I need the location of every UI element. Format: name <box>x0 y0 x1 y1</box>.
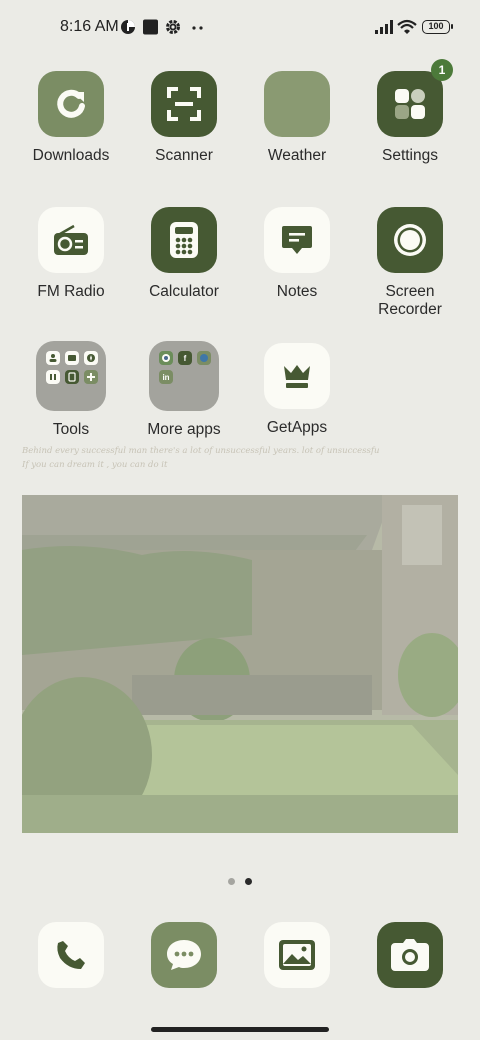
folder-app-contacts-icon <box>46 351 60 365</box>
gesture-nav-bar[interactable] <box>151 1027 329 1032</box>
folder-app-compass-icon <box>84 351 98 365</box>
signal-icon <box>375 20 393 34</box>
folder-icon <box>36 341 106 411</box>
app-label: Weather <box>267 147 327 164</box>
weather-icon <box>264 71 330 137</box>
data-saver-icon <box>121 20 135 34</box>
gallery-icon <box>279 940 315 970</box>
app-label: More apps <box>147 421 221 438</box>
crown-icon <box>264 343 330 409</box>
app-scanner[interactable]: Scanner <box>129 71 239 165</box>
folder-app-facebook-icon: f <box>178 351 192 365</box>
folder-app-clipboard-icon <box>65 370 79 384</box>
folder-app-files-icon <box>65 351 79 365</box>
app-screen-recorder[interactable]: Screen Recorder <box>355 207 465 319</box>
photo-widget[interactable] <box>22 495 458 833</box>
calculator-icon <box>151 207 217 273</box>
app-notes[interactable]: Notes <box>242 207 352 301</box>
app-label: Settings <box>381 147 438 164</box>
app-weather[interactable]: Weather <box>242 71 352 165</box>
folder-app-vpn-icon <box>159 351 173 365</box>
folder-app-fan-icon <box>84 370 98 384</box>
app-label: Downloads <box>32 147 110 164</box>
app-getapps[interactable]: GetApps <box>242 341 352 437</box>
dock-camera[interactable] <box>377 922 443 988</box>
notification-badge: 1 <box>431 59 453 81</box>
quote-line: Behind every successful man there's a lo… <box>22 446 380 456</box>
screen-record-icon <box>377 207 443 273</box>
quote-line: If you can dream it , you can do it <box>22 460 168 470</box>
notes-icon <box>264 207 330 273</box>
message-icon <box>167 940 201 970</box>
app-label: Screen Recorder <box>378 283 442 318</box>
folder-app-recorder-icon <box>46 370 60 384</box>
app-calculator[interactable]: Calculator <box>129 207 239 301</box>
app-settings[interactable]: 1 Settings <box>355 59 465 165</box>
app-label: Tools <box>52 421 90 438</box>
app-label: Notes <box>276 283 318 300</box>
folder-app-browser-icon <box>197 351 211 365</box>
app-downloads[interactable]: Downloads <box>16 71 126 165</box>
status-bar: 8:16 AM 100 <box>0 0 480 56</box>
page-dot[interactable] <box>228 878 235 885</box>
camera-icon <box>391 939 429 971</box>
app-label: Scanner <box>155 147 213 164</box>
phone-icon <box>57 941 85 969</box>
folder-icon: f in <box>149 341 219 411</box>
quote-widget: Behind every successful man there's a lo… <box>22 444 462 472</box>
more-dots-icon <box>192 26 203 30</box>
app-fm-radio[interactable]: FM Radio <box>16 207 126 301</box>
app-label: FM Radio <box>37 283 105 300</box>
square-notification-icon <box>143 19 158 35</box>
dock-phone[interactable] <box>38 922 104 988</box>
radio-icon <box>38 207 104 273</box>
settings-icon: 1 <box>377 59 453 137</box>
battery-icon: 100 <box>422 20 453 34</box>
status-time: 8:16 AM <box>60 18 119 35</box>
scanner-icon <box>151 71 217 137</box>
folder-app-linkedin-icon: in <box>159 370 173 384</box>
download-refresh-icon <box>38 71 104 137</box>
app-label: Calculator <box>149 283 219 300</box>
wifi-icon <box>397 19 417 34</box>
folder-more-apps[interactable]: f in More apps <box>129 341 239 439</box>
dock-gallery[interactable] <box>264 922 330 988</box>
app-label: GetApps <box>266 419 328 436</box>
gear-icon <box>166 20 180 34</box>
folder-tools[interactable]: Tools <box>16 341 126 439</box>
garden-photo <box>22 495 458 833</box>
dock-messages[interactable] <box>151 922 217 988</box>
page-dot-active[interactable] <box>245 878 252 885</box>
